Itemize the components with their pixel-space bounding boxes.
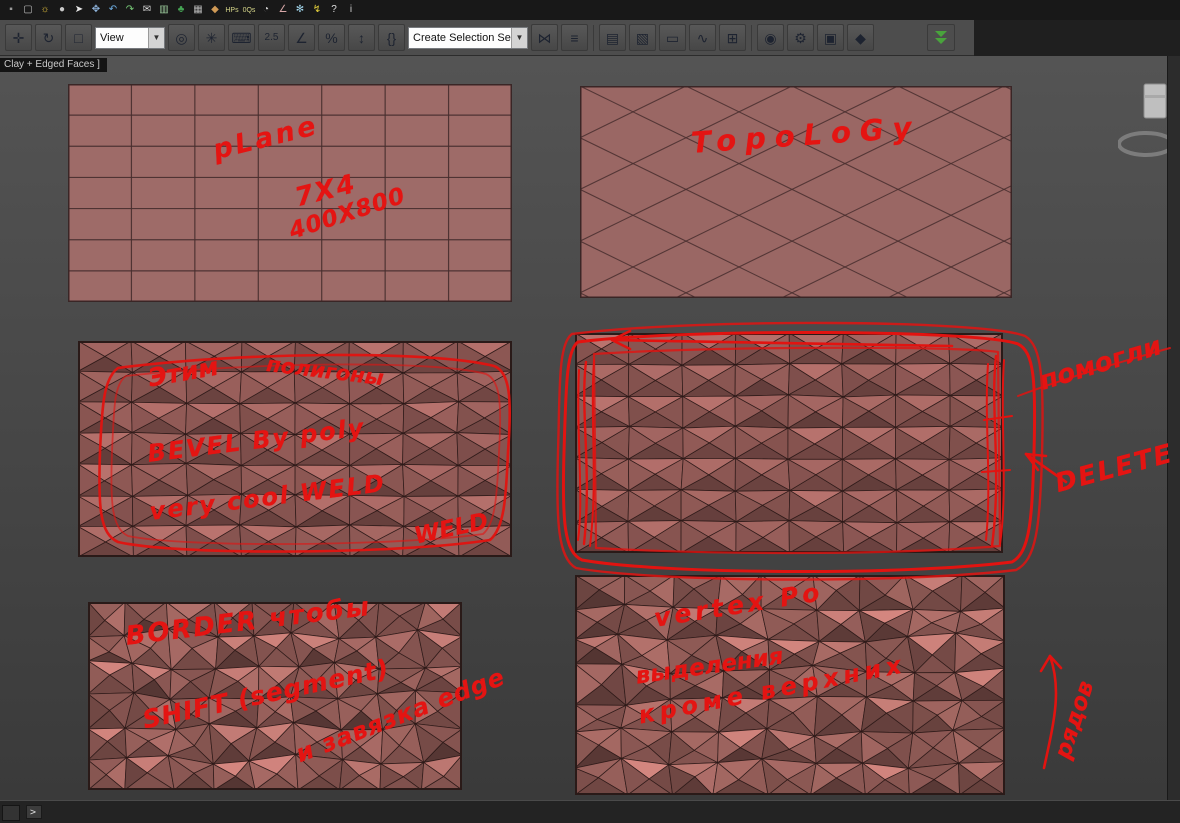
ribbon-icon[interactable]: ▭: [659, 24, 686, 51]
maxscript-mini-listener[interactable]: >: [26, 805, 42, 819]
plane-triangulated-left[interactable]: [78, 341, 512, 557]
pan-hand-icon[interactable]: ✥: [88, 2, 104, 18]
named-selection-set-combo[interactable]: Create Selection Se ▼: [408, 26, 528, 49]
grid-box-icon[interactable]: ▦: [190, 2, 206, 18]
oqs-icon[interactable]: 0Qs: [241, 2, 257, 18]
select-and-rotate-icon[interactable]: ↻: [35, 24, 62, 51]
percent-snap-icon[interactable]: %: [318, 24, 345, 51]
align-icon[interactable]: ≡: [561, 24, 588, 51]
clock-icon[interactable]: ◔: [258, 2, 274, 18]
select-and-manipulate-icon[interactable]: ✳: [198, 24, 225, 51]
sun-icon[interactable]: ☼: [37, 2, 53, 18]
angle-icon[interactable]: ∠: [275, 2, 291, 18]
right-panel-strip: [1167, 56, 1180, 800]
collapse-toolbar-button[interactable]: [927, 24, 955, 51]
hps-icon[interactable]: HPs: [224, 2, 240, 18]
select-cursor-icon[interactable]: ➤: [71, 2, 87, 18]
viewcube[interactable]: [1118, 80, 1167, 180]
viewcube-cube[interactable]: [1143, 83, 1167, 119]
plane-quad-grid[interactable]: [68, 84, 512, 302]
viewport-shading-label[interactable]: Clay + Edged Faces ]: [0, 58, 107, 72]
new-scene-icon[interactable]: ▢: [20, 2, 36, 18]
chevron-down-icon[interactable]: ▼: [511, 27, 527, 48]
viewcube-ring[interactable]: [1118, 131, 1167, 157]
angle-snap-icon[interactable]: ∠: [288, 24, 315, 51]
3dsmax-window: ▪ ▢ ☼ ● ➤ ✥ ↶ ↷ ✉ ▥ ♣ ▦ ◆ HPs 0Qs ◔ ∠ ✻ …: [0, 0, 1180, 823]
info-icon[interactable]: i: [343, 2, 359, 18]
render-production-icon[interactable]: ◆: [847, 24, 874, 51]
app-menu-icon[interactable]: ▪: [3, 2, 19, 18]
layer-manager-icon[interactable]: ▧: [629, 24, 656, 51]
plane-bumpy-left[interactable]: [88, 602, 462, 790]
select-and-scale-icon[interactable]: □: [65, 24, 92, 51]
reference-coordinate-value: View: [100, 31, 124, 44]
rendered-frame-icon[interactable]: ▣: [817, 24, 844, 51]
schematic-view-icon[interactable]: ⊞: [719, 24, 746, 51]
toolbar-separator: [593, 24, 594, 51]
select-and-move-icon[interactable]: ✛: [5, 24, 32, 51]
redo-icon[interactable]: ↷: [122, 2, 138, 18]
plane-bumpy-right[interactable]: [575, 575, 1005, 795]
main-toolbar-row: ✛ ↻ □ View ▼ ◎ ✳ ⌨ 2.5 ∠% ↕ {} Create Selectio…: [0, 20, 1180, 56]
status-bar: >: [0, 800, 1180, 823]
help-icon[interactable]: ?: [326, 2, 342, 18]
use-pivot-center-icon[interactable]: ◎: [168, 24, 195, 51]
chevron-down-icon: [935, 38, 947, 44]
curve-editor-icon[interactable]: ∿: [689, 24, 716, 51]
undo-icon[interactable]: ↶: [105, 2, 121, 18]
plane-diagonal-topology[interactable]: [580, 86, 1012, 298]
snaps-toggle-icon[interactable]: 2.5: [258, 24, 285, 51]
edit-named-selection-sets-icon[interactable]: {}: [378, 24, 405, 51]
viewport[interactable]: Clay + Edged Faces ]: [0, 56, 1167, 800]
spinner-snap-icon[interactable]: ↕: [348, 24, 375, 51]
main-toolbar: ✛ ↻ □ View ▼ ◎ ✳ ⌨ 2.5 ∠% ↕ {} Create Selectio…: [0, 20, 974, 56]
chevron-down-icon[interactable]: ▼: [148, 27, 164, 48]
named-selection-set-value: Create Selection Se: [413, 31, 511, 44]
chevron-down-icon: [935, 31, 947, 37]
render-setup-icon[interactable]: ⚙: [787, 24, 814, 51]
mirror-icon[interactable]: ⋈: [531, 24, 558, 51]
lightning-icon[interactable]: ↯: [309, 2, 325, 18]
viewcube-edge: [1144, 95, 1166, 98]
scene-explorer-icon[interactable]: ▤: [599, 24, 626, 51]
top-toolbar: ▪ ▢ ☼ ● ➤ ✥ ↶ ↷ ✉ ▥ ♣ ▦ ◆ HPs 0Qs ◔ ∠ ✻ …: [0, 0, 1180, 20]
sphere-icon[interactable]: ●: [54, 2, 70, 18]
status-bar-chip: [2, 805, 20, 821]
material-editor-icon[interactable]: ◉: [757, 24, 784, 51]
teapot-icon[interactable]: ◆: [207, 2, 223, 18]
snowflake-icon[interactable]: ✻: [292, 2, 308, 18]
plant-icon[interactable]: ♣: [173, 2, 189, 18]
chart-icon[interactable]: ▥: [156, 2, 172, 18]
toolbar-separator: [751, 24, 752, 51]
envelope-icon[interactable]: ✉: [139, 2, 155, 18]
reference-coordinate-dropdown[interactable]: View ▼: [95, 26, 165, 49]
keyboard-override-icon[interactable]: ⌨: [228, 24, 255, 51]
plane-triangulated-right[interactable]: [575, 333, 1003, 553]
